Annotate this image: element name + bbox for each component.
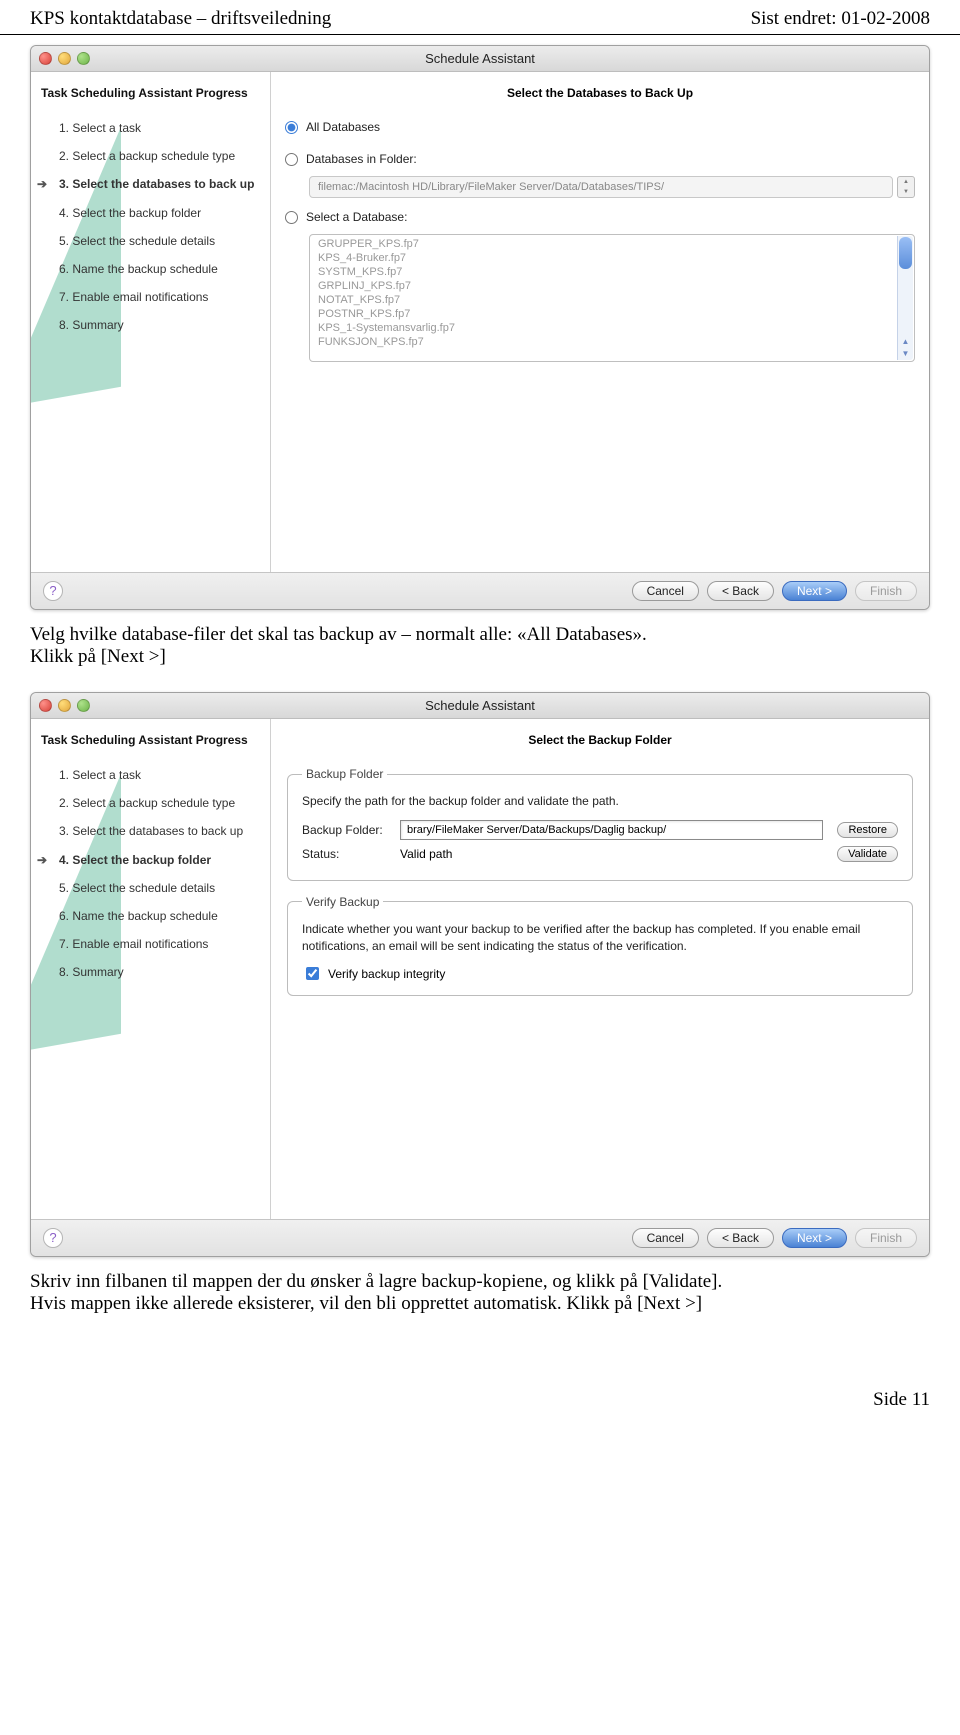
verify-checkbox-label: Verify backup integrity (328, 967, 445, 981)
window-footer: ? Cancel < Back Next > Finish (31, 1219, 929, 1256)
sidebar-step: 8. Summary (31, 958, 270, 986)
backup-folder-input[interactable] (400, 820, 823, 840)
window-1: Schedule Assistant Task Scheduling Assis… (30, 45, 930, 610)
radio-folder-input[interactable] (285, 153, 298, 166)
sidebar: Task Scheduling Assistant Progress 1. Se… (31, 72, 271, 572)
sidebar-step: 5. Select the schedule details (31, 227, 270, 255)
list-item[interactable]: NOTAT_KPS.fp7 (310, 293, 914, 307)
header-right: Sist endret: 01-02-2008 (751, 8, 930, 30)
cancel-button[interactable]: Cancel (632, 1228, 699, 1248)
doc-header: KPS kontaktdatabase – driftsveiledning S… (0, 0, 960, 35)
window-2: Schedule Assistant Task Scheduling Assis… (30, 692, 930, 1257)
verify-checkbox-row[interactable]: Verify backup integrity (302, 964, 898, 983)
window-footer: ? Cancel < Back Next > Finish (31, 572, 929, 609)
window-title: Schedule Assistant (31, 51, 929, 66)
status-value: Valid path (400, 847, 823, 861)
titlebar: Schedule Assistant (31, 693, 929, 719)
radio-folder[interactable]: Databases in Folder: (285, 152, 915, 166)
stepper-icon[interactable]: ▲▼ (897, 176, 915, 198)
scroll-thumb[interactable] (899, 237, 912, 269)
sidebar: Task Scheduling Assistant Progress 1. Se… (31, 719, 271, 1219)
sidebar-step: 4. Select the backup folder (31, 199, 270, 227)
backup-folder-group: Backup Folder Specify the path for the b… (287, 767, 913, 881)
status-row: Status: Valid path Validate (302, 846, 898, 862)
restore-button[interactable]: Restore (837, 822, 898, 838)
sidebar-title: Task Scheduling Assistant Progress (31, 80, 270, 114)
verify-backup-group: Verify Backup Indicate whether you want … (287, 895, 913, 997)
radio-all-input[interactable] (285, 121, 298, 134)
database-listbox[interactable]: GRUPPER_KPS.fp7KPS_4-Bruker.fp7SYSTM_KPS… (309, 234, 915, 362)
sidebar-step: 7. Enable email notifications (31, 283, 270, 311)
panel-title: Select the Databases to Back Up (285, 86, 915, 100)
finish-button: Finish (855, 581, 917, 601)
sidebar-step: 1. Select a task (31, 761, 270, 789)
group-legend: Backup Folder (302, 767, 387, 781)
scrollbar[interactable]: ▲ ▼ (897, 236, 913, 360)
list-item[interactable]: KPS_4-Bruker.fp7 (310, 251, 914, 265)
cancel-button[interactable]: Cancel (632, 581, 699, 601)
backup-folder-label: Backup Folder: (302, 823, 392, 837)
folder-path-row: filemac:/Macintosh HD/Library/FileMaker … (309, 176, 915, 198)
back-button[interactable]: < Back (707, 581, 774, 601)
main-panel: Select the Backup Folder Backup Folder S… (271, 719, 929, 1219)
panel-title: Select the Backup Folder (285, 733, 915, 747)
help-icon[interactable]: ? (43, 581, 63, 601)
sidebar-step: 8. Summary (31, 311, 270, 339)
help-icon[interactable]: ? (43, 1228, 63, 1248)
sidebar-step: 3. Select the databases to back up (31, 170, 270, 198)
list-item[interactable]: KPS_1-Systemansvarlig.fp7 (310, 321, 914, 335)
scroll-up-icon[interactable]: ▲ (898, 336, 913, 348)
list-item[interactable]: FUNKSJON_KPS.fp7 (310, 335, 914, 349)
step-list: 1. Select a task2. Select a backup sched… (31, 114, 270, 340)
sidebar-step: 5. Select the schedule details (31, 874, 270, 902)
sidebar-step: 6. Name the backup schedule (31, 902, 270, 930)
sidebar-step: 2. Select a backup schedule type (31, 789, 270, 817)
radio-all-databases[interactable]: All Databases (285, 120, 915, 134)
list-item[interactable]: POSTNR_KPS.fp7 (310, 307, 914, 321)
status-label: Status: (302, 847, 392, 861)
sidebar-step: 7. Enable email notifications (31, 930, 270, 958)
sidebar-step: 6. Name the backup schedule (31, 255, 270, 283)
back-button[interactable]: < Back (707, 1228, 774, 1248)
sidebar-step: 4. Select the backup folder (31, 846, 270, 874)
sidebar-step: 3. Select the databases to back up (31, 817, 270, 845)
step-list: 1. Select a task2. Select a backup sched… (31, 761, 270, 987)
next-button[interactable]: Next > (782, 581, 847, 601)
verify-checkbox[interactable] (306, 967, 319, 980)
header-left: KPS kontaktdatabase – driftsveiledning (30, 8, 331, 30)
titlebar: Schedule Assistant (31, 46, 929, 72)
scroll-down-icon[interactable]: ▼ (898, 348, 913, 360)
sidebar-title: Task Scheduling Assistant Progress (31, 727, 270, 761)
sidebar-step: 2. Select a backup schedule type (31, 142, 270, 170)
list-item[interactable]: GRPLINJ_KPS.fp7 (310, 279, 914, 293)
backup-folder-row: Backup Folder: Restore (302, 820, 898, 840)
validate-button[interactable]: Validate (837, 846, 898, 862)
group-desc: Indicate whether you want your backup to… (302, 921, 898, 955)
radio-select-db[interactable]: Select a Database: (285, 210, 915, 224)
window-title: Schedule Assistant (31, 698, 929, 713)
main-panel: Select the Databases to Back Up All Data… (271, 72, 929, 572)
caption-2: Skriv inn filbanen til mappen der du øns… (0, 1257, 960, 1329)
radio-folder-label: Databases in Folder: (306, 152, 417, 166)
caption-1: Velg hvilke database-filer det skal tas … (0, 610, 960, 682)
page-footer: Side 11 (0, 1329, 960, 1431)
list-item[interactable]: SYSTM_KPS.fp7 (310, 265, 914, 279)
group-legend: Verify Backup (302, 895, 383, 909)
list-item[interactable]: GRUPPER_KPS.fp7 (310, 237, 914, 251)
sidebar-step: 1. Select a task (31, 114, 270, 142)
folder-path-field[interactable]: filemac:/Macintosh HD/Library/FileMaker … (309, 176, 893, 198)
radio-all-label: All Databases (306, 120, 380, 134)
radio-select-input[interactable] (285, 211, 298, 224)
radio-select-label: Select a Database: (306, 210, 407, 224)
finish-button: Finish (855, 1228, 917, 1248)
next-button[interactable]: Next > (782, 1228, 847, 1248)
group-desc: Specify the path for the backup folder a… (302, 793, 898, 810)
